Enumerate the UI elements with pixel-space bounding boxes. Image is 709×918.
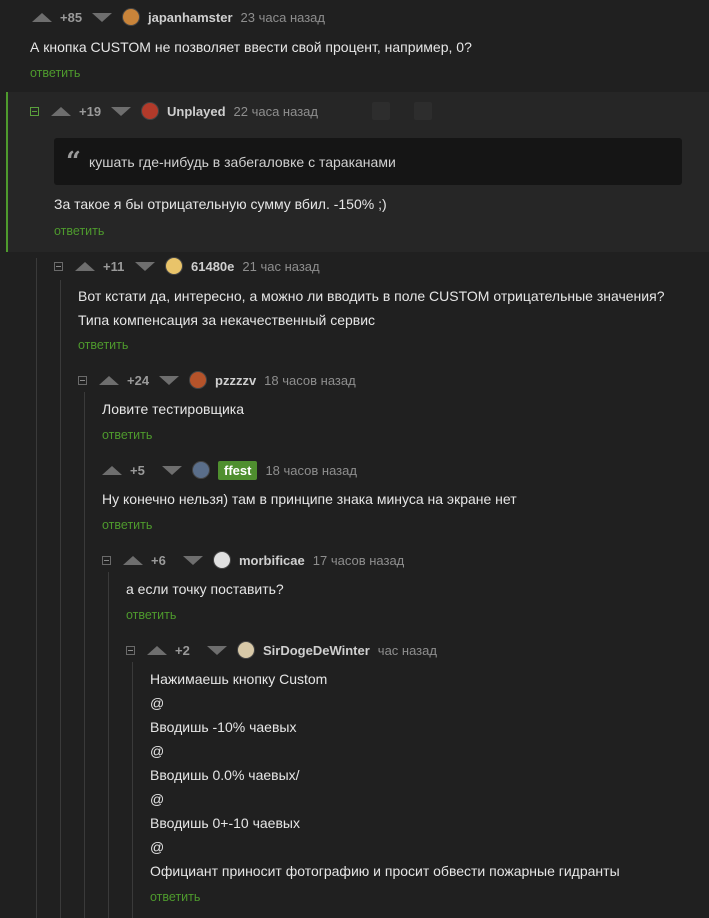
comment-rating: +85 (60, 9, 83, 25)
comment-time[interactable]: 18 часов назад (265, 463, 357, 478)
comment-rating: +2 (175, 642, 190, 658)
comment-header: +24 pzzzzv 18 часов назад (78, 370, 356, 390)
comment-text: @ (150, 839, 165, 855)
comment-author[interactable]: Unplayed (167, 104, 226, 119)
comment-text: Вводишь -10% чаевых (150, 719, 297, 735)
avatar[interactable] (122, 8, 140, 26)
comment-text: @ (150, 743, 165, 759)
thread-line (108, 572, 109, 918)
upvote-icon[interactable] (102, 465, 122, 475)
downvote-icon[interactable] (183, 555, 203, 565)
comment-time[interactable]: 21 час назад (242, 259, 319, 274)
upvote-icon[interactable] (51, 106, 71, 116)
thread-line (84, 392, 85, 918)
upvote-icon[interactable] (99, 375, 119, 385)
downvote-icon[interactable] (111, 106, 131, 116)
reply-link[interactable]: ответить (102, 518, 152, 532)
comment-time[interactable]: час назад (378, 643, 437, 658)
thread-line-highlight (6, 92, 8, 252)
reply-link[interactable]: ответить (126, 608, 176, 622)
upvote-icon[interactable] (147, 645, 167, 655)
quote-block: “ кушать где-нибудь в забегаловке с тара… (54, 138, 682, 185)
avatar[interactable] (237, 641, 255, 659)
comment-rating: +11 (103, 258, 125, 274)
comment-time[interactable]: 23 часа назад (241, 10, 325, 25)
comment-author[interactable]: morbificae (239, 553, 305, 568)
downvote-icon[interactable] (162, 465, 182, 475)
upvote-icon[interactable] (32, 12, 52, 22)
thread-line (132, 662, 133, 918)
comment-rating: +6 (151, 552, 166, 568)
avatar[interactable] (189, 371, 207, 389)
downvote-icon[interactable] (92, 12, 112, 22)
downvote-icon[interactable] (207, 645, 227, 655)
comment-text: Вводишь 0+-10 чаевых (150, 815, 300, 831)
collapse-icon[interactable] (30, 106, 39, 116)
comment-header: +19 Unplayed 22 часа назад (30, 101, 318, 121)
collapse-icon[interactable] (54, 261, 63, 271)
avatar[interactable] (192, 461, 210, 479)
avatar[interactable] (165, 257, 183, 275)
comment-header: +6 morbificae 17 часов назад (102, 550, 404, 570)
comment-author[interactable]: pzzzzv (215, 373, 256, 388)
comment-header: +11 61480e 21 час назад (54, 256, 320, 276)
reply-link[interactable]: ответить (30, 66, 80, 80)
thread-line (60, 280, 61, 918)
comment-text: Нажимаешь кнопку Custom (150, 671, 328, 687)
thread-line (36, 258, 37, 918)
comment-time[interactable]: 18 часов назад (264, 373, 356, 388)
quote-icon: “ (66, 146, 81, 177)
comment-text: Типа компенсация за некачественный серви… (78, 312, 376, 328)
reply-link[interactable]: ответить (150, 890, 200, 904)
comment-text: А кнопка CUSTOM не позволяет ввести свой… (30, 39, 472, 55)
comment-text: @ (150, 695, 165, 711)
comment-rating: +19 (79, 103, 102, 119)
comment-author[interactable]: ffest (218, 460, 258, 480)
downvote-icon[interactable] (159, 375, 179, 385)
upvote-icon[interactable] (123, 555, 143, 565)
quote-text: кушать где-нибудь в забегаловке с тарака… (88, 153, 396, 170)
reply-link[interactable]: ответить (54, 224, 104, 238)
comment-text: Официант приносит фотографию и просит об… (150, 863, 620, 879)
comment-rating: +5 (130, 462, 145, 478)
comment-text: Ну конечно нельзя) там в принципе знака … (102, 491, 517, 507)
comment-text: За такое я бы отрицательную сумму вбил. … (54, 196, 387, 212)
reply-link[interactable]: ответить (78, 338, 128, 352)
avatar[interactable] (213, 551, 231, 569)
comment-author[interactable]: 61480e (191, 259, 234, 274)
comment-text: Вводишь 0.0% чаевых/ (150, 767, 300, 783)
comment-header: +85 japanhamster 23 часа назад (32, 7, 325, 27)
ghost-icon (372, 102, 390, 120)
collapse-icon[interactable] (78, 375, 87, 385)
comment-text: @ (150, 791, 165, 807)
comment-time[interactable]: 22 часа назад (234, 104, 318, 119)
comment-text: а если точку поставить? (126, 581, 284, 597)
collapse-icon[interactable] (102, 555, 111, 565)
avatar[interactable] (141, 102, 159, 120)
downvote-icon[interactable] (135, 261, 155, 271)
comment-rating: +24 (127, 372, 150, 388)
comment-header: +2 SirDogeDeWinter час назад (126, 640, 437, 660)
comment-text: Ловите тестировщика (102, 401, 245, 417)
reply-link[interactable]: ответить (102, 428, 152, 442)
comment-header: +5 ffest 18 часов назад (102, 460, 357, 480)
upvote-icon[interactable] (75, 261, 95, 271)
ghost-icon (414, 102, 432, 120)
comment-text: Вот кстати да, интересно, а можно ли вво… (78, 288, 665, 304)
comment-time[interactable]: 17 часов назад (313, 553, 405, 568)
comment-author[interactable]: japanhamster (148, 10, 233, 25)
comment-author[interactable]: SirDogeDeWinter (263, 643, 370, 658)
collapse-icon[interactable] (126, 645, 135, 655)
